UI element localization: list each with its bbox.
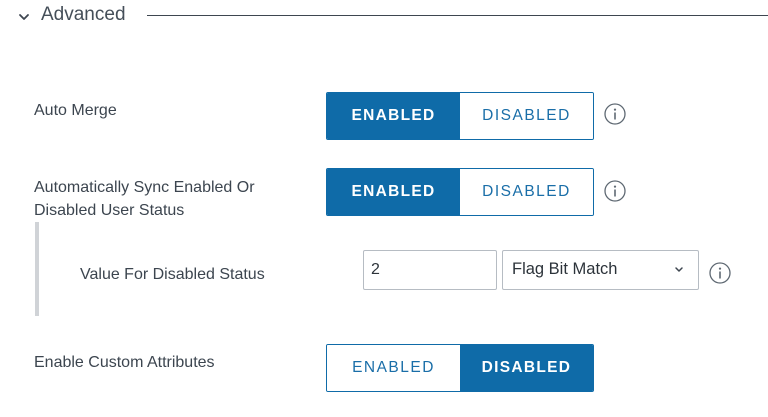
- sync-status-enabled-button[interactable]: ENABLED: [327, 169, 460, 215]
- match-type-selected-value: Flag Bit Match: [512, 260, 618, 278]
- section-divider: [147, 15, 768, 16]
- info-icon[interactable]: [709, 262, 731, 284]
- section-title[interactable]: Advanced: [41, 4, 126, 26]
- auto-merge-label: Auto Merge: [34, 102, 117, 119]
- custom-attributes-label: Enable Custom Attributes: [34, 354, 215, 371]
- sync-status-disabled-button[interactable]: DISABLED: [460, 169, 593, 215]
- section-header: Advanced: [0, 0, 768, 34]
- sync-status-toggle: ENABLED DISABLED: [326, 168, 594, 216]
- custom-attributes-toggle: ENABLED DISABLED: [326, 344, 594, 392]
- sync-status-label-line1: Automatically Sync Enabled Or: [34, 179, 255, 196]
- auto-merge-enabled-button[interactable]: ENABLED: [327, 93, 460, 139]
- nested-indent-bar: [35, 222, 39, 316]
- disabled-status-value-label: Value For Disabled Status: [80, 266, 265, 283]
- sync-status-label: Automatically Sync Enabled Or Disabled U…: [34, 176, 255, 222]
- advanced-settings-panel: Advanced Auto Merge ENABLED DISABLED Aut…: [0, 0, 768, 417]
- sync-status-label-line2: Disabled User Status: [34, 202, 185, 219]
- custom-attributes-enabled-button[interactable]: ENABLED: [327, 345, 460, 391]
- chevron-down-icon[interactable]: [16, 9, 32, 25]
- custom-attributes-disabled-button[interactable]: DISABLED: [460, 345, 593, 391]
- auto-merge-toggle: ENABLED DISABLED: [326, 92, 594, 140]
- info-icon[interactable]: [604, 103, 626, 125]
- info-icon[interactable]: [604, 180, 626, 202]
- disabled-status-value-input[interactable]: [363, 250, 497, 290]
- auto-merge-disabled-button[interactable]: DISABLED: [460, 93, 593, 139]
- chevron-down-icon: [675, 267, 683, 272]
- match-type-select[interactable]: Flag Bit Match: [502, 250, 699, 290]
